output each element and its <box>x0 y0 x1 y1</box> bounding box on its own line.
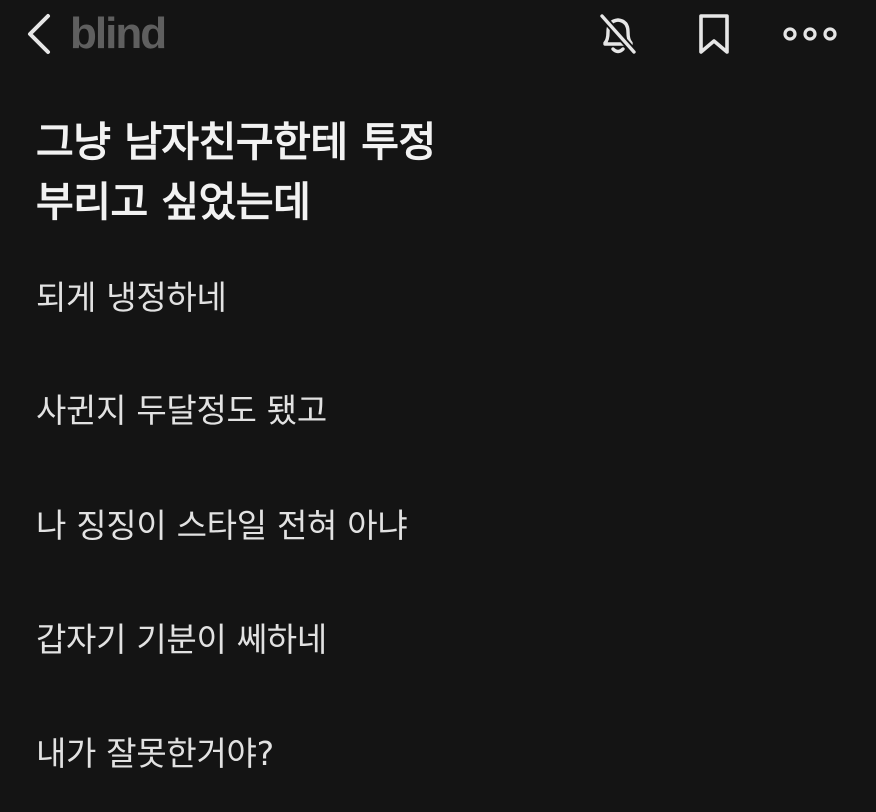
post-title: 그냥 남자친구한테 투정 부리고 싶었는데 <box>36 118 436 226</box>
blind-logo: blind <box>70 9 167 58</box>
more-horizontal-icon <box>783 27 837 41</box>
more-options-button[interactable] <box>782 10 838 58</box>
top-navigation-bar: blind <box>0 0 876 70</box>
post-body-line: 내가 잘못한거야? <box>36 734 274 773</box>
bookmark-button[interactable] <box>688 10 740 58</box>
back-button[interactable] <box>22 12 58 56</box>
post-body-line: 되게 냉정하네 <box>36 278 227 317</box>
notification-off-button[interactable] <box>592 10 644 58</box>
post-body-line: 갑자기 기분이 쎄하네 <box>36 620 327 659</box>
bell-off-icon <box>599 13 637 55</box>
post-body-line: 나 징징이 스타일 전혀 아냐 <box>36 506 408 545</box>
bookmark-icon <box>699 14 729 54</box>
chevron-left-icon <box>28 14 50 54</box>
post-body-line: 사귄지 두달정도 됐고 <box>36 391 327 430</box>
